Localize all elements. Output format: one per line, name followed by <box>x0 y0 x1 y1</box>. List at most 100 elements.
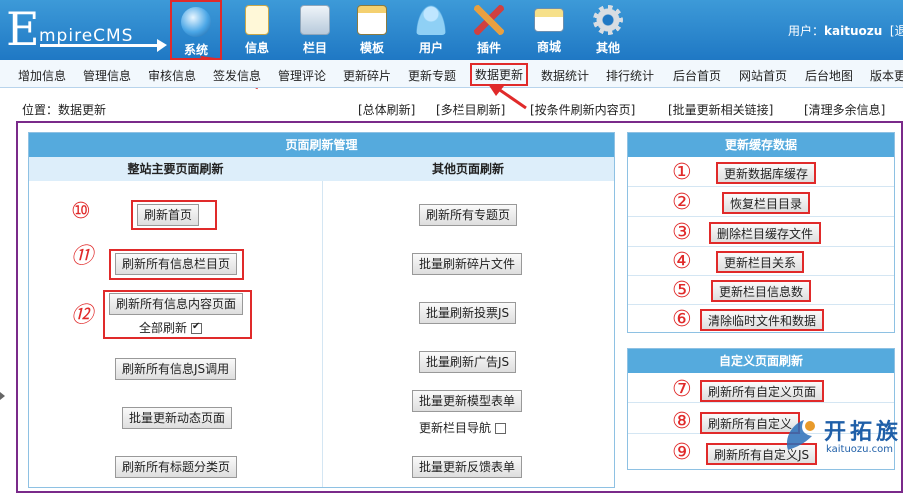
card-icon <box>534 8 564 32</box>
left-collapse-icon[interactable] <box>0 392 5 400</box>
nav-label: 用户 <box>418 41 443 55</box>
batch-refresh-fragments-button[interactable]: 批量刷新碎片文件 <box>412 253 523 275</box>
nav-shop[interactable]: 商城 <box>521 0 577 60</box>
batch-update-dynamic-button[interactable]: 批量更新动态页面 <box>122 407 233 429</box>
menu-manage-info[interactable]: 管理信息 <box>83 67 131 84</box>
batch-refresh-ad-js-button[interactable]: 批量刷新广告JS <box>419 351 517 373</box>
logo-text: mpireCMS <box>39 26 134 46</box>
marker-6: ⑥ <box>672 307 692 332</box>
top-header: E mpireCMS 系统 信息 栏目 模板 用户 插件 商城 其他 用户：ka… <box>0 0 903 60</box>
window-icon <box>357 5 387 35</box>
refresh-title-category-button[interactable]: 刷新所有标题分类页 <box>115 456 238 478</box>
marker-4: ④ <box>672 249 692 274</box>
sub-menu: 增加信息 管理信息 审核信息 签发信息 管理评论 更新碎片 更新专题 数据更新 … <box>0 60 903 88</box>
globe-icon <box>181 7 211 37</box>
gear-icon <box>593 5 623 35</box>
watermark-text: 开拓族 <box>824 420 903 445</box>
marker-7: ⑦ <box>672 377 692 402</box>
marker-2: ② <box>672 190 692 215</box>
nav-update-label: 更新栏目导航 <box>419 421 492 435</box>
update-column-info-count-button[interactable]: 更新栏目信息数 <box>711 280 812 302</box>
page-refresh-title: 页面刷新管理 <box>29 133 614 157</box>
menu-data-stats[interactable]: 数据统计 <box>541 67 589 84</box>
refresh-all-topics-button[interactable]: 刷新所有专题页 <box>419 204 518 226</box>
main-refresh-title: 整站主要页面刷新 <box>29 157 322 181</box>
nav-info[interactable]: 信息 <box>229 0 285 60</box>
marker-11: ⑪ <box>71 244 94 269</box>
link-clean-extra-info[interactable]: [清理多余信息] <box>804 101 885 118</box>
menu-update-topic[interactable]: 更新专题 <box>408 67 456 84</box>
link-total-refresh[interactable]: [总体刷新] <box>358 101 415 118</box>
nav-update-option: 更新栏目导航 <box>419 419 507 436</box>
nav-label: 商城 <box>536 40 561 54</box>
menu-admin-map[interactable]: 后台地图 <box>805 67 853 84</box>
nav-label: 其他 <box>595 41 620 55</box>
batch-update-model-form-button[interactable]: 批量更新模型表单 <box>412 390 523 412</box>
update-column-relation-button[interactable]: 更新栏目关系 <box>716 251 805 273</box>
menu-data-update[interactable]: 数据更新 <box>470 63 529 86</box>
full-refresh-checkbox[interactable] <box>191 321 203 334</box>
watermark-logo-icon <box>786 420 815 450</box>
nav-system[interactable]: 系统 <box>170 0 222 60</box>
cache-panel: 更新缓存数据 ① ② ③ ④ ⑤ ⑥ 更新数据库缓存 恢复栏目目录 删除栏目缓存… <box>627 132 895 333</box>
menu-manage-comment[interactable]: 管理评论 <box>278 67 326 84</box>
clear-temp-files-button[interactable]: 清除临时文件和数据 <box>700 309 825 331</box>
nav-update-checkbox[interactable] <box>495 423 507 434</box>
batch-refresh-vote-js-button[interactable]: 批量刷新投票JS <box>419 302 517 324</box>
menu-admin-home[interactable]: 后台首页 <box>673 67 721 84</box>
nav-user[interactable]: 用户 <box>403 0 459 60</box>
menu-add-info[interactable]: 增加信息 <box>18 67 66 84</box>
refresh-all-js-button[interactable]: 刷新所有信息JS调用 <box>115 358 237 380</box>
logout-link[interactable]: [退 <box>890 24 903 38</box>
menu-site-home[interactable]: 网站首页 <box>739 67 787 84</box>
nav-plugin[interactable]: 插件 <box>461 0 517 60</box>
nav-label: 栏目 <box>302 41 327 55</box>
nav-column[interactable]: 栏目 <box>287 0 343 60</box>
page-refresh-panel: 页面刷新管理 整站主要页面刷新 其他页面刷新 刷新首页 刷新所有信息栏目页 刷新… <box>28 132 615 488</box>
marker-10: ⑩ <box>71 199 91 224</box>
tools-icon <box>474 5 504 35</box>
marker-5: ⑤ <box>672 278 692 303</box>
delete-column-cache-button[interactable]: 删除栏目缓存文件 <box>709 222 822 244</box>
refresh-all-content-pages-button[interactable]: 刷新所有信息内容页面 <box>109 293 244 315</box>
menu-sign-info[interactable]: 签发信息 <box>213 67 261 84</box>
link-condition-refresh[interactable]: [按条件刷新内容页] <box>530 101 635 118</box>
other-refresh-title: 其他页面刷新 <box>322 157 614 181</box>
restore-column-dir-button[interactable]: 恢复栏目目录 <box>722 192 811 214</box>
logo-initial: E <box>6 2 40 56</box>
menu-review-info[interactable]: 审核信息 <box>148 67 196 84</box>
cache-title: 更新缓存数据 <box>628 133 894 157</box>
empirecms-logo[interactable]: E mpireCMS <box>6 6 176 54</box>
menu-version-update[interactable]: 版本更 <box>870 67 903 84</box>
custom-refresh-title: 自定义页面刷新 <box>628 349 894 373</box>
refresh-custom-pages-button[interactable]: 刷新所有自定义页面 <box>700 380 825 402</box>
watermark-url: kaituozu.com <box>826 444 894 455</box>
breadcrumb: 位置：数据更新 <box>22 103 107 117</box>
full-refresh-label: 全部刷新 <box>139 321 188 335</box>
link-batch-related-links[interactable]: [批量更新相关链接] <box>668 101 773 118</box>
column-divider <box>322 181 323 487</box>
user-name: kaituozu <box>824 24 883 38</box>
link-multi-column-refresh[interactable]: [多栏目刷新] <box>436 101 505 118</box>
full-refresh-option: 全部刷新 <box>139 319 203 336</box>
notepad-icon <box>245 5 269 35</box>
logo-arrow-icon <box>40 39 167 52</box>
marker-1: ① <box>672 160 692 185</box>
kaituozu-watermark: 开拓族 kaituozu.com <box>780 412 903 468</box>
user-info: 用户：kaituozu [退 <box>788 22 903 39</box>
nav-other[interactable]: 其他 <box>580 0 636 60</box>
nav-template[interactable]: 模板 <box>344 0 400 60</box>
refresh-home-button[interactable]: 刷新首页 <box>137 204 200 226</box>
marker-3: ③ <box>672 220 692 245</box>
nav-label: 信息 <box>244 41 269 55</box>
menu-update-fragment[interactable]: 更新碎片 <box>343 67 391 84</box>
folder-icon <box>300 5 330 35</box>
marker-12: ⑫ <box>71 303 94 328</box>
refresh-all-column-pages-button[interactable]: 刷新所有信息栏目页 <box>115 253 238 275</box>
batch-update-feedback-button[interactable]: 批量更新反馈表单 <box>412 456 523 478</box>
update-db-cache-button[interactable]: 更新数据库缓存 <box>716 162 817 184</box>
marker-9: ⑨ <box>672 440 692 465</box>
menu-rank-stats[interactable]: 排行统计 <box>606 67 654 84</box>
marker-8: ⑧ <box>672 409 692 434</box>
user-icon <box>416 5 446 35</box>
